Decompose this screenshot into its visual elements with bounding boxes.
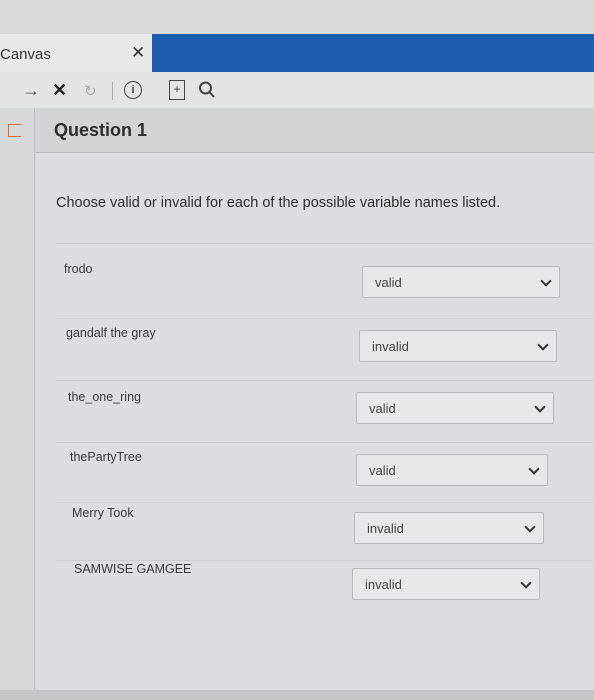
question-body: Choose valid or invalid for each of the … [36,153,594,700]
close-icon[interactable]: ✕ [131,43,145,63]
answer-dropdown[interactable]: valid [356,392,554,424]
browser-toolbar: → ✕ ↻ i + [0,72,594,108]
chevron-down-icon [524,521,536,533]
dropdown-value: valid [369,401,396,416]
quiz-page: Question 1 Choose valid or invalid for e… [0,108,594,700]
chevron-down-icon [537,339,549,351]
answer-dropdown[interactable]: invalid [359,330,557,362]
row-divider [56,502,594,503]
variable-name: the_one_ring [68,390,141,404]
bottom-edge [0,690,594,700]
variable-name: SAMWISE GAMGEE [74,562,192,576]
answer-dropdown[interactable]: invalid [354,512,544,544]
row-divider [56,318,594,319]
chevron-down-icon [528,463,540,475]
question-title: Question 1 [54,120,148,140]
tab-strip: Canvas ✕ [0,34,594,72]
question-header: Question 1 [36,108,594,153]
chevron-down-icon [534,401,546,413]
variable-name: thePartyTree [70,450,142,464]
question-prompt: Choose valid or invalid for each of the … [56,195,501,211]
dropdown-value: valid [369,463,396,478]
search-icon[interactable] [198,80,216,100]
document-icon[interactable]: + [169,80,185,100]
toolbar-divider [112,82,113,100]
stop-icon[interactable]: ✕ [52,80,67,100]
dropdown-value: valid [375,275,402,290]
variable-name: Merry Took [72,506,134,520]
left-divider [34,108,35,700]
reload-icon[interactable]: ↻ [84,82,97,102]
dropdown-value: invalid [367,521,404,536]
chevron-down-icon [520,577,532,589]
variable-name: gandalf the gray [66,326,156,340]
chevron-down-icon [540,275,552,287]
variable-name: frodo [64,262,93,276]
row-divider [56,560,594,561]
dropdown-value: invalid [365,577,402,592]
screen: Canvas ✕ → ✕ ↻ i + Question 1 Choose val… [0,0,594,700]
flag-icon[interactable] [8,124,25,137]
answer-dropdown[interactable]: valid [362,266,560,298]
answer-dropdown[interactable]: invalid [352,568,540,600]
answer-rows: frodo valid gandalf the gray invalid the… [56,243,594,674]
answer-dropdown[interactable]: valid [356,454,548,486]
tab-title: Canvas [0,46,51,63]
info-icon[interactable]: i [124,81,142,99]
row-divider [56,442,594,443]
tab-accent-bar [152,34,594,72]
dropdown-value: invalid [372,339,409,354]
forward-icon[interactable]: → [22,80,40,100]
row-divider [56,380,594,381]
browser-tab[interactable]: Canvas ✕ [0,34,152,72]
